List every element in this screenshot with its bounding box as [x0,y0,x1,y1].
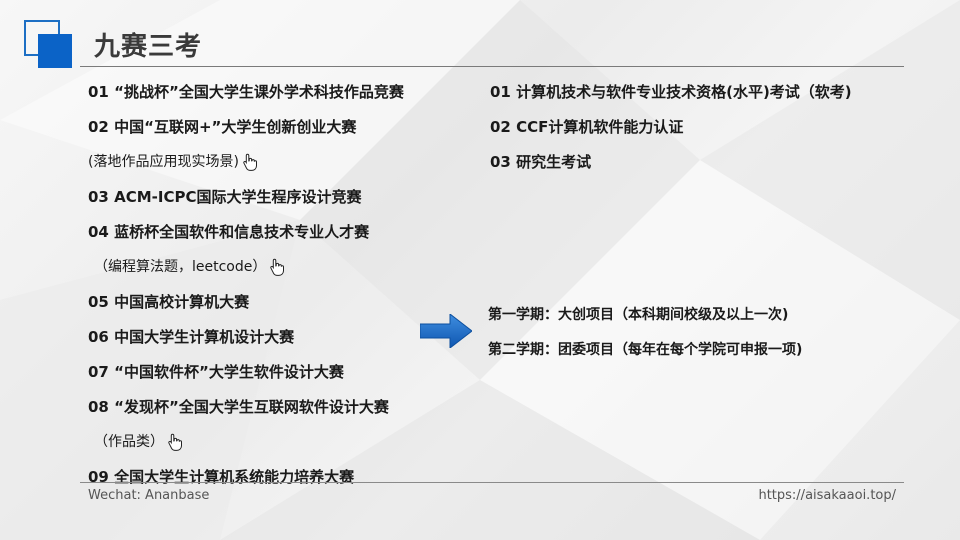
competition-note-text: (落地作品应用现实场景) [88,153,239,170]
competition-item-text: 02 中国“互联网+”大学生创新创业大赛 [88,117,357,136]
hand-pointer-icon [242,153,258,171]
project-item: 第一学期：大创项目（本科期间校级及以上一次) [488,306,789,323]
competition-item: 01 “挑战杯”全国大学生课外学术科技作品竞赛 [88,74,468,109]
right-arrow-icon [420,314,472,348]
slide: 九赛三考 01 “挑战杯”全国大学生课外学术科技作品竞赛 02 中国“互联网+”大… [0,0,960,540]
title-divider [80,66,904,67]
competition-item-text: 07 “中国软件杯”大学生软件设计大赛 [88,362,344,381]
competition-item: 06 中国大学生计算机设计大赛 [88,319,468,354]
competition-item-text: 06 中国大学生计算机设计大赛 [88,327,295,346]
exam-item: 01 计算机技术与软件专业技术资格(水平)考试（软考) [490,82,852,101]
competition-item-text: 04 蓝桥杯全国软件和信息技术专业人才赛 [88,222,370,241]
footer-wechat: Wechat: Ananbase [88,488,210,503]
footer-url: https://aisakaaoi.top/ [758,488,896,503]
project-list: 第一学期：大创项目（本科期间校级及以上一次) 第二学期：团委项目（每年在每个学院可… [488,296,908,366]
competition-list: 01 “挑战杯”全国大学生课外学术科技作品竞赛 02 中国“互联网+”大学生创新创… [88,74,468,494]
exam-list: 01 计算机技术与软件专业技术资格(水平)考试（软考) 02 CCF计算机软件能力… [490,74,910,179]
competition-item: 03 ACM-ICPC国际大学生程序设计竞赛 [88,179,468,214]
competition-note: （编程算法题，leetcode） [88,249,468,284]
competition-item-text: 01 “挑战杯”全国大学生课外学术科技作品竞赛 [88,82,404,101]
competition-item-text: 08 “发现杯”全国大学生互联网软件设计大赛 [88,397,389,416]
page-title: 九赛三考 [94,32,203,62]
competition-note: （作品类） [88,424,468,459]
competition-item: 05 中国高校计算机大赛 [88,284,468,319]
competition-item: 07 “中国软件杯”大学生软件设计大赛 [88,354,468,389]
competition-item-text: 05 中国高校计算机大赛 [88,292,250,311]
footer-divider [80,482,904,483]
logo-filled-square [38,34,72,68]
competition-item: 08 “发现杯”全国大学生互联网软件设计大赛 [88,389,468,424]
logo [24,20,74,68]
competition-note-text: （编程算法题，leetcode） [94,258,267,275]
competition-item: 02 中国“互联网+”大学生创新创业大赛 [88,109,468,144]
project-item: 第二学期：团委项目（每年在每个学院可申报一项) [488,341,803,358]
competition-item: 04 蓝桥杯全国软件和信息技术专业人才赛 [88,214,468,249]
exam-item: 02 CCF计算机软件能力认证 [490,117,684,136]
exam-item: 03 研究生考试 [490,152,592,171]
competition-item-text: 09 全国大学生计算机系统能力培养大赛 [88,467,355,486]
competition-note-text: （作品类） [94,433,164,450]
hand-pointer-icon [269,258,285,276]
competition-item-text: 03 ACM-ICPC国际大学生程序设计竞赛 [88,187,362,206]
hand-pointer-icon [167,433,183,451]
competition-note: (落地作品应用现实场景) [88,144,468,179]
